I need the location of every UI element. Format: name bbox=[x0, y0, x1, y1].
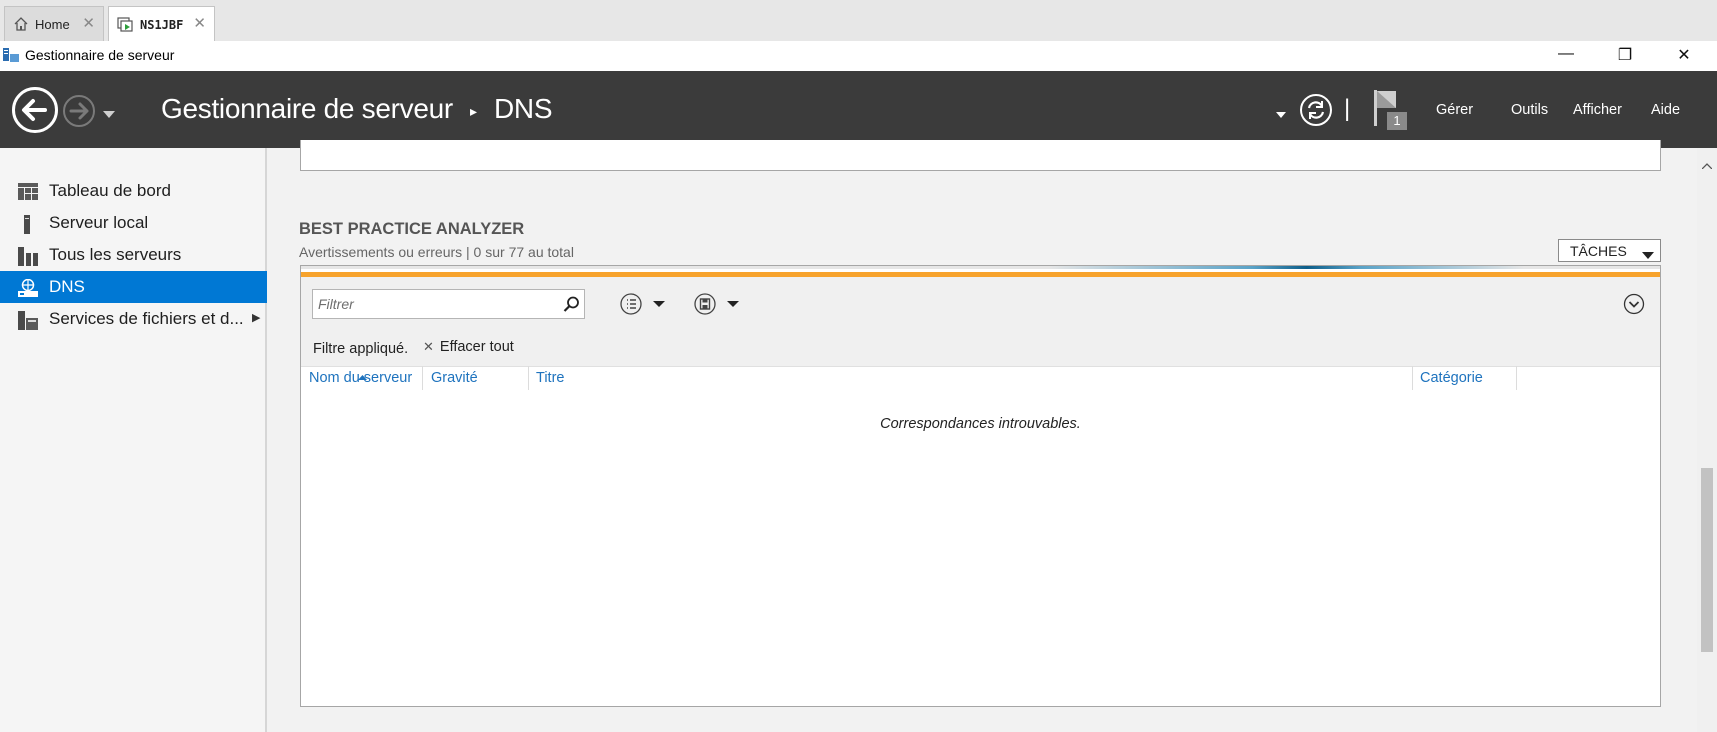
empty-message: Correspondances introuvables. bbox=[880, 416, 1081, 432]
close-icon[interactable]: ✕ bbox=[193, 14, 206, 32]
menu-tools[interactable]: Outils bbox=[1511, 102, 1548, 118]
clear-all-button[interactable]: ✕ Effacer tout bbox=[423, 339, 514, 355]
notifications-flag-icon[interactable]: 1 bbox=[1372, 88, 1410, 130]
vm-console-icon bbox=[117, 16, 134, 33]
table-header-border bbox=[301, 366, 1660, 367]
sidebar: Tableau de bord Serveur local Tous les s… bbox=[0, 148, 267, 732]
sidebar-item-label: Tableau de bord bbox=[49, 181, 171, 200]
scroll-up-icon[interactable] bbox=[1701, 156, 1713, 174]
column-header-title[interactable]: Titre bbox=[536, 370, 564, 386]
tab-ns1jbf-label: NS1JBF bbox=[140, 17, 184, 32]
breadcrumb-root[interactable]: Gestionnaire de serveur bbox=[161, 93, 453, 125]
tasks-label: TÂCHES bbox=[1570, 243, 1627, 259]
vertical-scrollbar[interactable] bbox=[1697, 148, 1717, 732]
arrow-right-icon bbox=[65, 102, 93, 129]
bpa-title: BEST PRACTICE ANALYZER bbox=[299, 220, 525, 238]
tab-ns1jbf[interactable]: NS1JBF ✕ bbox=[108, 6, 215, 42]
header-divider: | bbox=[1344, 95, 1351, 122]
column-header-severity[interactable]: Gravité bbox=[431, 370, 478, 386]
column-divider[interactable] bbox=[528, 366, 529, 390]
server-manager-icon bbox=[2, 46, 20, 64]
tasks-dropdown[interactable]: TÂCHES bbox=[1558, 239, 1661, 262]
close-icon[interactable]: ✕ bbox=[82, 14, 95, 32]
notification-count-badge: 1 bbox=[1387, 112, 1407, 130]
menu-help[interactable]: Aide bbox=[1651, 102, 1680, 118]
app-header: Gestionnaire de serveur ▸ DNS | 1 Gérer … bbox=[0, 71, 1717, 148]
home-icon bbox=[13, 16, 29, 32]
dropdown-icon[interactable] bbox=[1276, 106, 1286, 124]
tab-strip: Home ✕ NS1JBF ✕ bbox=[0, 0, 1717, 42]
filter-applied-text: Filtre appliqué. bbox=[313, 341, 409, 357]
column-divider[interactable] bbox=[422, 366, 423, 390]
filter-input[interactable]: Filtrer bbox=[312, 289, 585, 319]
file-services-icon bbox=[18, 311, 38, 330]
close-icon: ✕ bbox=[423, 339, 434, 354]
dns-icon bbox=[18, 278, 38, 297]
previous-panel bbox=[300, 140, 1661, 171]
window-title: Gestionnaire de serveur bbox=[25, 47, 175, 63]
minimize-button[interactable]: — bbox=[1556, 45, 1576, 65]
menu-view[interactable]: Afficher bbox=[1573, 102, 1622, 118]
arrow-left-icon bbox=[15, 99, 55, 134]
column-divider[interactable] bbox=[1412, 366, 1413, 390]
history-dropdown-icon[interactable] bbox=[102, 106, 116, 124]
breadcrumb-separator: ▸ bbox=[470, 103, 478, 119]
scroll-thumb[interactable] bbox=[1701, 468, 1713, 652]
menu-manage[interactable]: Gérer bbox=[1436, 102, 1473, 118]
refresh-icon[interactable] bbox=[1299, 93, 1333, 132]
window-titlebar: Gestionnaire de serveur — ❐ ✕ bbox=[0, 41, 1717, 71]
expand-arrow-icon[interactable]: ▶ bbox=[252, 311, 260, 324]
sidebar-item-label: Services de fichiers et d... bbox=[49, 309, 244, 328]
sidebar-item-dns[interactable]: DNS bbox=[0, 271, 267, 303]
clear-all-label: Effacer tout bbox=[439, 339, 514, 355]
sidebar-item-label: DNS bbox=[49, 277, 85, 296]
local-server-icon bbox=[18, 215, 38, 234]
dashboard-icon bbox=[18, 183, 38, 200]
tab-home[interactable]: Home ✕ bbox=[4, 6, 104, 41]
filter-placeholder: Filtrer bbox=[318, 296, 354, 312]
results-table: Correspondances introuvables. bbox=[301, 366, 1660, 706]
sidebar-item-dashboard[interactable]: Tableau de bord bbox=[0, 175, 267, 207]
save-query-button[interactable] bbox=[694, 292, 742, 321]
sidebar-item-local-server[interactable]: Serveur local bbox=[0, 207, 267, 239]
maximize-button[interactable]: ❐ bbox=[1615, 45, 1635, 65]
sidebar-item-label: Tous les serveurs bbox=[49, 245, 182, 264]
back-button[interactable] bbox=[12, 87, 58, 133]
column-divider[interactable] bbox=[1516, 366, 1517, 390]
breadcrumb-current: DNS bbox=[494, 93, 553, 124]
tab-home-label: Home bbox=[35, 16, 70, 32]
sidebar-item-file-services[interactable]: Services de fichiers et d... ▶ bbox=[0, 303, 267, 335]
list-view-button[interactable] bbox=[620, 292, 668, 321]
column-header-server-name[interactable]: Nom du serveur bbox=[309, 370, 412, 386]
sidebar-item-label: Serveur local bbox=[49, 213, 149, 232]
chevron-down-icon bbox=[1642, 247, 1654, 263]
progress-strip bbox=[301, 266, 1660, 269]
search-icon[interactable] bbox=[563, 296, 580, 318]
collapse-section-icon[interactable] bbox=[1623, 293, 1645, 320]
forward-button[interactable] bbox=[63, 95, 95, 127]
sidebar-item-all-servers[interactable]: Tous les serveurs bbox=[0, 239, 267, 271]
bpa-subtitle: Avertissements ou erreurs | 0 sur 77 au … bbox=[299, 244, 574, 260]
column-header-category[interactable]: Catégorie bbox=[1420, 370, 1483, 386]
all-servers-icon bbox=[18, 247, 38, 266]
close-window-button[interactable]: ✕ bbox=[1674, 45, 1694, 65]
